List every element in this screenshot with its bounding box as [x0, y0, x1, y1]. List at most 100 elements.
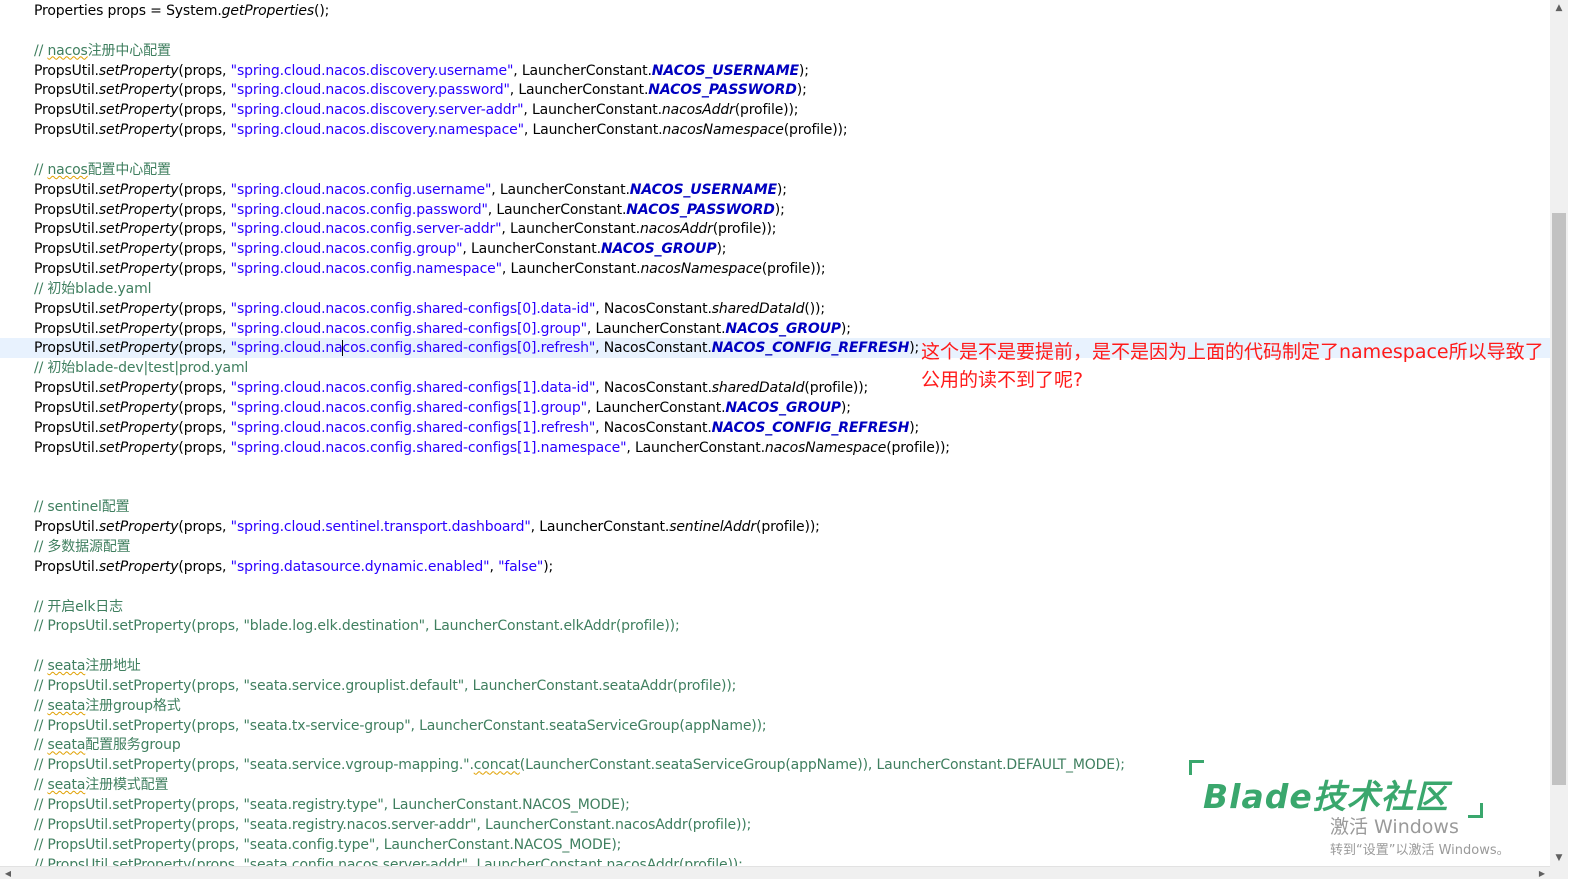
- code-token: setProperty: [98, 558, 179, 575]
- code-token: (props,: [178, 400, 231, 416]
- code-token: nacosAddr: [661, 102, 735, 119]
- code-token: (profile));: [783, 122, 848, 139]
- code-line[interactable]: Properties props = System.getProperties(…: [34, 1, 329, 21]
- code-token: PropsUtil.: [34, 261, 99, 278]
- code-token: // PropsUtil.setProperty(props, "seata.s…: [34, 757, 474, 774]
- vertical-scroll-thumb[interactable]: [1552, 213, 1566, 785]
- code-line[interactable]: PropsUtil.setProperty(props, "spring.clo…: [34, 319, 851, 339]
- code-line[interactable]: PropsUtil.setProperty(props, "spring.clo…: [34, 418, 919, 438]
- code-token: , LauncherConstant.: [491, 181, 630, 198]
- code-line[interactable]: PropsUtil.setProperty(props, "spring.clo…: [34, 517, 820, 537]
- horizontal-scrollbar[interactable]: ◀ ▶: [0, 866, 1550, 880]
- code-line[interactable]: // seata注册group格式: [34, 696, 181, 716]
- code-token: (props,: [178, 558, 231, 575]
- code-line[interactable]: PropsUtil.setProperty(props, "spring.clo…: [34, 398, 851, 418]
- scroll-up-arrow-icon[interactable]: ▲: [1550, 0, 1568, 16]
- code-token: (props,: [178, 300, 231, 317]
- code-token: 配置服务group: [85, 737, 181, 754]
- code-line[interactable]: // PropsUtil.setProperty(props, "blade.l…: [34, 616, 680, 636]
- code-line[interactable]: // seata注册地址: [34, 656, 141, 676]
- code-token: PropsUtil.: [34, 439, 99, 456]
- code-token: , LauncherConstant.: [523, 122, 663, 139]
- code-line[interactable]: PropsUtil.setProperty(props, "spring.clo…: [34, 200, 785, 220]
- code-line[interactable]: PropsUtil.setProperty(props, "spring.clo…: [34, 80, 807, 100]
- code-token: seata: [47, 737, 86, 754]
- code-line[interactable]: PropsUtil.setProperty(props, "spring.clo…: [34, 100, 799, 120]
- code-line[interactable]: PropsUtil.setProperty(props, "spring.dat…: [34, 557, 553, 577]
- blade-community-watermark: Blade技术社区: [1185, 758, 1485, 820]
- code-token: //: [34, 42, 48, 59]
- code-token: // PropsUtil.setProperty(props, "blade.l…: [34, 618, 680, 635]
- code-line[interactable]: // nacos注册中心配置: [34, 41, 171, 61]
- code-token: (props,: [178, 261, 231, 278]
- code-line[interactable]: // seata注册模式配置: [34, 775, 169, 795]
- code-line[interactable]: PropsUtil.setProperty(props, "spring.clo…: [34, 61, 809, 81]
- vertical-scrollbar[interactable]: ▲ ▼: [1550, 0, 1568, 866]
- code-token: 注册模式配置: [85, 777, 169, 794]
- code-line[interactable]: PropsUtil.setProperty(props, "spring.clo…: [34, 180, 787, 200]
- code-token: "spring.cloud.nacos.config.shared-config…: [230, 320, 587, 337]
- code-token: seata: [47, 777, 86, 794]
- code-token: (props,: [178, 102, 231, 119]
- scroll-down-arrow-icon[interactable]: ▼: [1550, 850, 1568, 866]
- code-token: // PropsUtil.setProperty(props, "seata.r…: [34, 797, 630, 813]
- code-token: 注册地址: [85, 658, 141, 675]
- code-token: );: [798, 62, 809, 79]
- code-line[interactable]: // seata配置服务group: [34, 735, 181, 755]
- code-token: setProperty: [98, 181, 179, 198]
- code-token: PropsUtil.: [34, 102, 99, 119]
- code-token: );: [776, 181, 787, 198]
- code-token: (props,: [178, 201, 231, 218]
- code-token: PropsUtil.: [34, 419, 99, 436]
- code-token: //: [34, 161, 48, 178]
- watermark-text: Blade技术社区: [1203, 777, 1449, 816]
- code-line[interactable]: PropsUtil.setProperty(props, "spring.clo…: [34, 239, 727, 259]
- code-line[interactable]: PropsUtil.setProperty(props, "spring.clo…: [34, 219, 777, 239]
- code-editor[interactable]: Properties props = System.getProperties(…: [0, 0, 1550, 866]
- code-token: (props,: [178, 419, 231, 436]
- bottom-strip: [0, 879, 1581, 886]
- code-token: "spring.cloud.nacos.config.shared-config…: [230, 419, 596, 436]
- code-line[interactable]: PropsUtil.setProperty(props, "spring.clo…: [34, 299, 825, 319]
- code-line[interactable]: // PropsUtil.setProperty(props, "seata.c…: [34, 855, 743, 866]
- code-token: (profile));: [886, 439, 950, 456]
- code-token: setProperty: [98, 519, 179, 536]
- code-token: , LauncherConstant.: [530, 519, 670, 536]
- code-line[interactable]: // PropsUtil.setProperty(props, "seata.s…: [34, 755, 1125, 775]
- code-line[interactable]: PropsUtil.setProperty(props, "spring.clo…: [34, 120, 848, 140]
- code-line[interactable]: // nacos配置中心配置: [34, 160, 171, 180]
- code-line[interactable]: PropsUtil.setProperty(props, "spring.clo…: [34, 438, 950, 458]
- code-line[interactable]: // PropsUtil.setProperty(props, "seata.r…: [34, 815, 751, 835]
- code-line[interactable]: PropsUtil.setProperty(props, "spring.clo…: [34, 378, 868, 398]
- code-line[interactable]: // PropsUtil.setProperty(props, "seata.s…: [34, 676, 736, 696]
- code-token: // PropsUtil.setProperty(props, "seata.t…: [34, 717, 767, 734]
- code-token: (props,: [178, 519, 231, 536]
- code-line[interactable]: // PropsUtil.setProperty(props, "seata.c…: [34, 835, 621, 855]
- code-line[interactable]: // PropsUtil.setProperty(props, "seata.t…: [34, 716, 767, 736]
- code-token: setProperty: [98, 300, 179, 317]
- code-line[interactable]: // 开启elk日志: [34, 597, 123, 617]
- code-line[interactable]: // sentinel配置: [34, 497, 130, 517]
- code-token: // 开启elk日志: [34, 598, 123, 615]
- code-token: (LauncherConstant.seataServiceGroup(appN…: [519, 757, 1125, 774]
- code-token: PropsUtil.: [34, 221, 99, 238]
- code-token: (props,: [178, 221, 231, 238]
- code-token: setProperty: [98, 340, 179, 357]
- activate-windows-title: 激活 Windows: [1330, 816, 1459, 838]
- code-token: "spring.cloud.na: [230, 340, 343, 357]
- code-token: setProperty: [98, 122, 179, 139]
- code-token: );: [909, 419, 920, 436]
- code-line[interactable]: // 初始blade-dev|test|prod.yaml: [34, 358, 248, 378]
- code-token: setProperty: [98, 380, 179, 397]
- code-token: (props,: [178, 340, 231, 357]
- code-token: NACOS_CONFIG_REFRESH: [711, 419, 910, 436]
- code-token: , LauncherConstant.: [487, 201, 627, 218]
- code-token: NACOS_PASSWORD: [648, 82, 797, 99]
- code-token: setProperty: [98, 221, 179, 238]
- code-line[interactable]: // PropsUtil.setProperty(props, "seata.r…: [34, 795, 630, 815]
- code-token: sentinelAddr: [669, 519, 757, 536]
- code-line[interactable]: // 初始blade.yaml: [34, 279, 151, 299]
- code-token: );: [840, 400, 851, 416]
- code-line[interactable]: PropsUtil.setProperty(props, "spring.clo…: [34, 259, 826, 279]
- code-line[interactable]: // 多数据源配置: [34, 537, 131, 557]
